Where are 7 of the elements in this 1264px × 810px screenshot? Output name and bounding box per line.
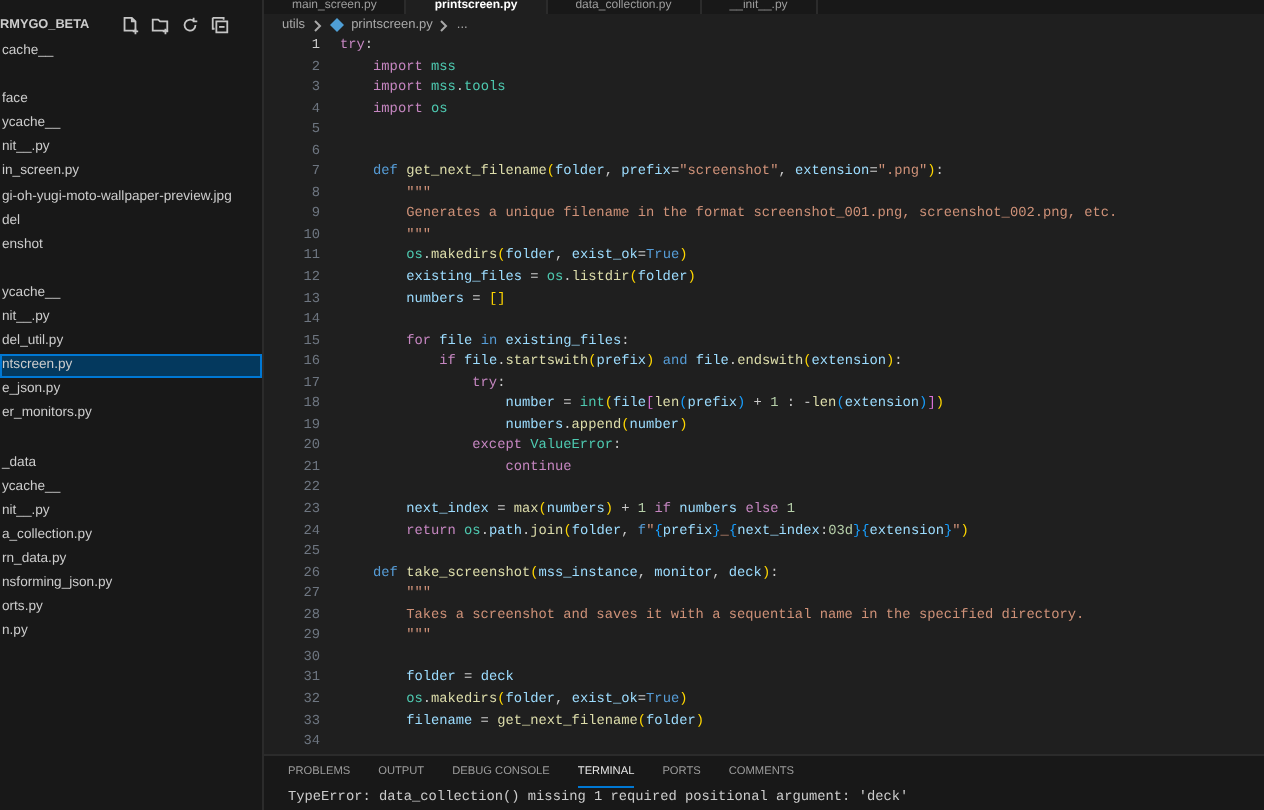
python-file-icon xyxy=(329,18,344,32)
new-folder-icon[interactable] xyxy=(150,16,170,36)
refresh-icon[interactable] xyxy=(180,16,200,36)
chevron-icon xyxy=(440,19,449,31)
new-file-icon[interactable] xyxy=(120,16,140,36)
collapse-icon[interactable] xyxy=(210,16,230,36)
chevron-icon xyxy=(313,19,322,31)
